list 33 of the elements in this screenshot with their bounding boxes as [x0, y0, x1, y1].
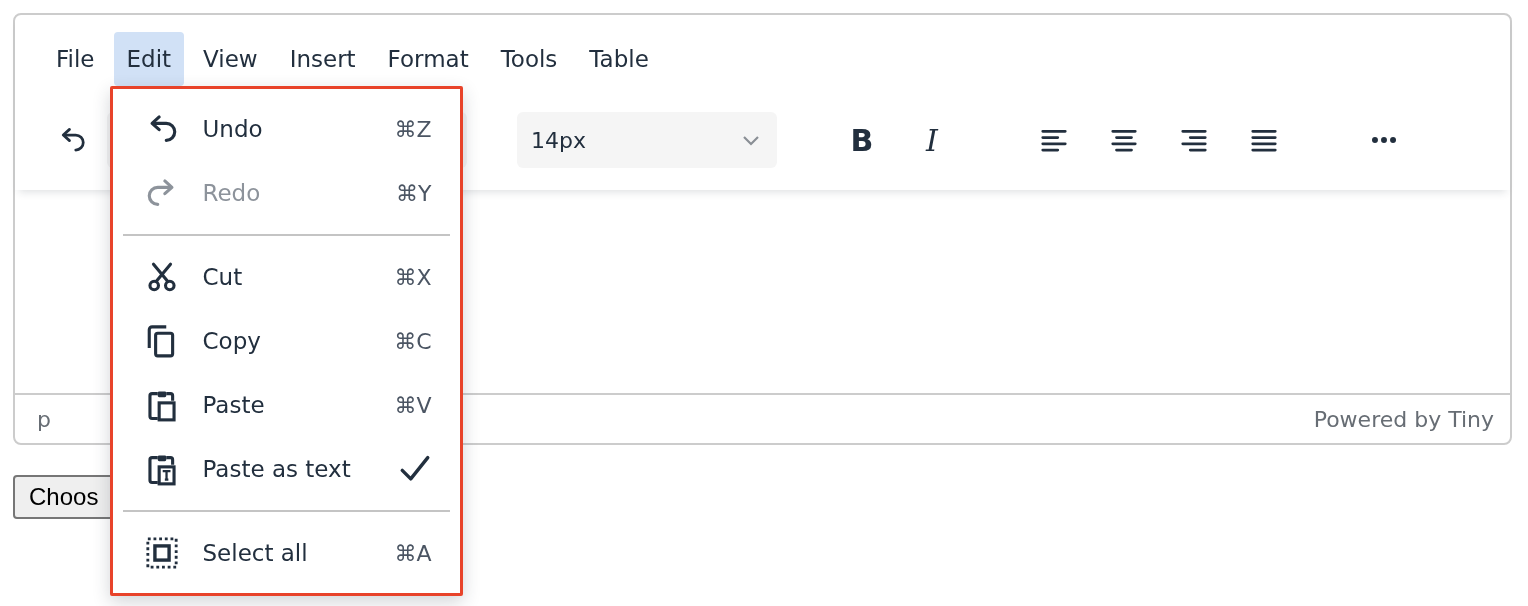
menu-option-label: Cut — [202, 264, 244, 290]
shortcut-label: ⌘C — [394, 328, 432, 354]
menu-item[interactable]: Insert — [276, 32, 369, 86]
more-icon — [1372, 137, 1396, 143]
menu-item[interactable]: Table — [576, 32, 662, 86]
menu-item[interactable]: File — [43, 32, 108, 86]
menu-option-label: Redo — [202, 180, 262, 206]
menu-item[interactable]: Format — [374, 32, 482, 86]
menu-option-label: Undo — [202, 116, 264, 142]
shortcut-label: ⌘V — [394, 392, 432, 418]
menu-option[interactable]: Select all ⌘A — [112, 521, 460, 585]
menu-option-label: Paste — [202, 392, 266, 418]
menu-option-label: Select all — [202, 540, 309, 566]
branding-link[interactable]: Powered by Tiny — [1313, 406, 1494, 432]
font-size-dropdown[interactable]: 14px — [517, 112, 777, 168]
shortcut-label: ⌘Y — [396, 180, 432, 206]
bold-button[interactable]: B — [837, 115, 887, 165]
menu-option-label: Copy — [202, 328, 262, 354]
italic-button[interactable]: I — [907, 115, 957, 165]
shortcut-label: ⌘Z — [394, 116, 432, 142]
menu-option[interactable]: Copy ⌘C — [112, 309, 460, 373]
menu-item[interactable]: Tools — [487, 32, 571, 86]
shortcut-label: ⌘X — [394, 264, 432, 290]
select-all-icon — [144, 536, 179, 570]
menu-option[interactable]: Undo ⌘Z — [112, 97, 460, 161]
menu-item[interactable]: View — [190, 32, 271, 86]
menu-option[interactable]: Cut ⌘X — [112, 245, 460, 309]
shortcut-label: ⌘A — [394, 540, 432, 566]
menu-option[interactable]: Paste as text — [112, 437, 460, 501]
element-path: p — [37, 406, 51, 432]
menu-item[interactable]: Edit — [113, 32, 185, 86]
menu-option[interactable]: Paste ⌘V — [112, 373, 460, 437]
menu-option-label: Paste as text — [202, 456, 352, 482]
